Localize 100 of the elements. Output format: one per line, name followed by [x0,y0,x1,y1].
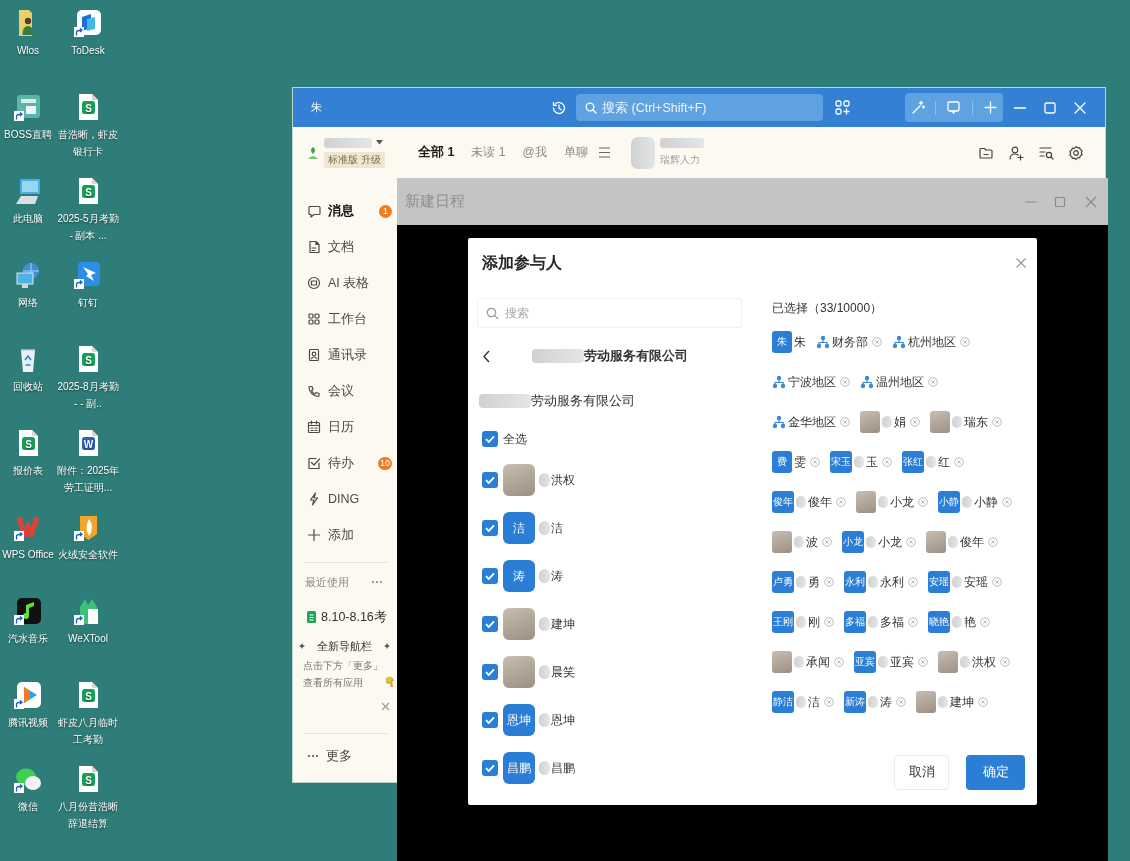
history-icon[interactable] [551,99,567,116]
desktop-shortcut[interactable]: WPS Office [0,513,56,563]
remove-icon[interactable] [824,577,834,587]
remove-icon[interactable] [918,657,928,667]
chip-name: 刚 [808,613,820,631]
close-icon[interactable] [1085,195,1097,208]
sidebar-item[interactable]: 通讯录 [293,337,395,373]
plus-icon[interactable] [982,100,998,115]
settings-icon[interactable] [1068,144,1084,161]
remove-icon[interactable] [834,657,844,667]
avatar-tile: 费 [772,451,792,473]
desktop-shortcut[interactable]: 此电脑 [0,177,56,227]
desktop-shortcut[interactable]: S 八月份昔浩晰辞退结算 [56,765,120,832]
checkbox[interactable] [482,431,498,447]
remove-icon[interactable] [896,697,906,707]
message-icon[interactable] [946,100,962,115]
desktop-shortcut[interactable]: S 报价表 [0,429,56,479]
desktop-shortcut[interactable]: 汽水音乐 [0,597,56,647]
remove-icon[interactable] [910,417,920,427]
desktop-shortcut[interactable]: BOSS直聘 [0,93,56,143]
more-icon[interactable] [371,580,383,584]
desktop-shortcut[interactable]: ToDesk [56,9,120,59]
caret-icon[interactable] [376,140,383,145]
checkbox[interactable] [482,472,498,488]
desktop-shortcut[interactable]: S 昔浩晰，虾皮银行卡 [56,93,120,160]
checkbox[interactable] [482,664,498,680]
remove-icon[interactable] [824,697,834,707]
more-button[interactable]: 更多 [293,738,395,774]
desktop-shortcut[interactable]: W 附件：2025年劳工证明... [56,429,120,496]
remove-icon[interactable] [1002,497,1012,507]
avatar-tile: 静洁 [772,691,794,713]
cancel-button[interactable]: 取消 [894,755,949,790]
desktop-shortcut[interactable]: S 2025-5月考勤 - 副本 ... [56,177,120,244]
close-icon[interactable] [381,702,390,711]
checkbox[interactable] [482,568,498,584]
checkbox[interactable] [482,520,498,536]
remove-icon[interactable] [882,457,892,467]
search-field[interactable]: 搜索 [477,298,742,328]
remove-icon[interactable] [918,497,928,507]
tab[interactable]: 全部 1 [418,144,455,161]
avatar-tile: 新涛 [844,691,866,713]
desktop-shortcut[interactable]: 微信 [0,765,56,815]
remove-icon[interactable] [872,337,882,347]
remove-icon[interactable] [908,577,918,587]
list-icon[interactable] [597,146,611,159]
tab[interactable]: 未读 1 [471,144,506,161]
apps-icon[interactable] [835,100,850,115]
remove-icon[interactable] [908,617,918,627]
tab[interactable]: 单聊 [563,144,588,161]
desktop-shortcut[interactable]: S 2025-8月考勤 - - 副.. [56,345,120,412]
remove-icon[interactable] [906,537,916,547]
remove-icon[interactable] [954,457,964,467]
remove-icon[interactable] [988,537,998,547]
tab[interactable]: @我 [522,144,547,161]
remove-icon[interactable] [960,337,970,347]
checkbox[interactable] [482,616,498,632]
desktop-shortcut[interactable]: 网络 [0,261,56,311]
sidebar-item[interactable]: 消息 1 [293,193,395,229]
remove-icon[interactable] [992,417,1002,427]
desktop-shortcut[interactable]: 腾讯视频 [0,681,56,731]
desktop-shortcut[interactable]: 回收站 [0,345,56,395]
confirm-button[interactable]: 确定 [966,755,1025,790]
remove-icon[interactable] [978,697,988,707]
remove-icon[interactable] [840,377,850,387]
sidebar-item[interactable]: 添加 [293,517,395,553]
remove-icon[interactable] [824,617,834,627]
sidebar-item[interactable]: 会议 [293,373,395,409]
remove-icon[interactable] [810,457,820,467]
maximize-icon[interactable] [1054,195,1066,208]
account-avatar[interactable]: 朱 [311,100,322,115]
remove-icon[interactable] [836,497,846,507]
plan-badge[interactable]: 标准版 升级 [324,151,385,168]
desktop-shortcut[interactable]: 火绒安全软件 [56,513,120,563]
remove-icon[interactable] [980,617,990,627]
sidebar-item[interactable]: 待办 10 [293,445,395,481]
desktop-shortcut[interactable]: 钉钉 [56,261,120,311]
desktop-shortcut[interactable]: S 虾皮八月临时工考勤 [56,681,120,748]
sidebar-item[interactable]: AI 表格 [293,265,395,301]
checkbox[interactable] [482,760,498,776]
list-search-icon[interactable] [1038,144,1054,161]
remove-icon[interactable] [992,577,1002,587]
chevron-left-icon[interactable] [482,349,491,363]
remove-icon[interactable] [928,377,938,387]
remove-icon[interactable] [822,537,832,547]
recent-item[interactable]: 8.10-8.16考 [293,605,395,629]
sidebar-item[interactable]: 文档 [293,229,395,265]
close-icon[interactable] [1015,257,1027,269]
sidebar-item[interactable]: DING [293,481,395,517]
photo-placeholder [916,691,936,713]
remove-icon[interactable] [840,417,850,427]
checkbox[interactable] [482,712,498,728]
add-contact-icon[interactable] [1008,144,1024,161]
desktop-shortcut[interactable]: Wlos [0,9,56,59]
sidebar-item[interactable]: 日历 [293,409,395,445]
remove-icon[interactable] [1000,657,1010,667]
search-field[interactable]: 搜索 (Ctrl+Shift+F) [576,94,823,121]
org-name[interactable]: 劳动服务有限公司 [531,392,635,410]
sidebar-item[interactable]: 工作台 [293,301,395,337]
magic-wand-icon[interactable] [910,100,926,115]
desktop-shortcut[interactable]: WeXTool [56,597,120,647]
